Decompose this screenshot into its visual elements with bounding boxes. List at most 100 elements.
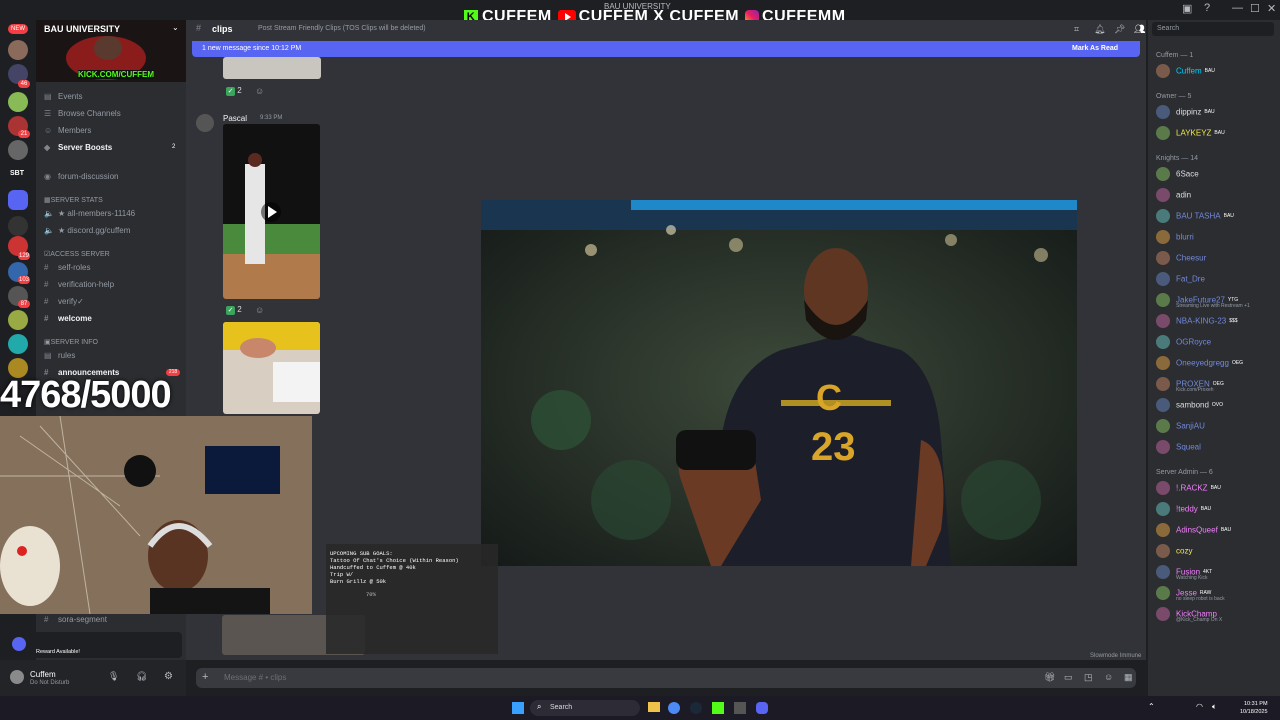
category-server-stats[interactable]: ▦SERVER STATS xyxy=(44,196,103,204)
file-explorer-icon[interactable] xyxy=(648,702,660,712)
message-composer[interactable] xyxy=(196,668,1136,688)
avatar[interactable] xyxy=(10,670,24,684)
reaction-check[interactable]: ✓ 2 xyxy=(226,305,242,315)
member-item[interactable]: Jesse RAW no sleep robot is back xyxy=(1156,586,1225,602)
member-item[interactable]: KickChamp @Kick_Champ On X xyxy=(1156,607,1222,623)
add-reaction-icon[interactable]: ☺ xyxy=(255,305,264,315)
server-icon[interactable] xyxy=(8,216,28,236)
inbox-icon[interactable]: ▣ xyxy=(1182,2,1192,15)
channel-rules[interactable]: ▤ rules xyxy=(44,351,75,360)
sticker-icon[interactable]: ◳ xyxy=(1084,672,1093,683)
nav-server-boosts[interactable]: ◆ Server Boosts xyxy=(44,143,112,152)
member-item[interactable]: AdinsQueef BAU xyxy=(1156,523,1231,537)
member-item[interactable]: Squeal xyxy=(1156,440,1201,454)
mark-as-read-button[interactable]: Mark As Read xyxy=(1072,45,1118,52)
pin-icon[interactable]: 📌︎ xyxy=(1114,24,1125,35)
member-item[interactable]: OGRoyce xyxy=(1156,335,1211,349)
category-access-server[interactable]: ☑Access Server xyxy=(44,250,110,258)
channel-welcome[interactable]: # welcome xyxy=(44,314,92,323)
member-item[interactable]: Cheesur xyxy=(1156,251,1206,265)
member-item[interactable]: cozy xyxy=(1156,544,1192,558)
discord-app-icon[interactable] xyxy=(756,702,768,714)
message-input[interactable]: Message # • clips xyxy=(224,673,286,682)
chevron-down-icon[interactable]: ⌄ xyxy=(172,23,179,32)
tray-chevron-icon[interactable]: ⌃ xyxy=(1148,702,1155,711)
server-icon[interactable] xyxy=(8,140,28,160)
member-item[interactable]: NBA-KING-23 $$$ xyxy=(1156,314,1238,328)
member-item[interactable]: adin xyxy=(1156,188,1191,202)
apps-icon[interactable]: ▦ xyxy=(1124,672,1133,683)
member-item[interactable]: SanjiAU xyxy=(1156,419,1205,433)
reaction-check[interactable]: ✓ 2 xyxy=(226,86,242,96)
image-preview[interactable]: C 23 xyxy=(481,200,1077,566)
channel-topic[interactable]: Post Stream Friendly Clips (TOS Clips wi… xyxy=(258,25,426,32)
maximize-icon[interactable]: ☐ xyxy=(1250,2,1260,15)
member-item[interactable]: BAU TASHA BAU xyxy=(1156,209,1234,223)
server-icon[interactable] xyxy=(8,190,28,210)
avatar[interactable] xyxy=(196,114,214,132)
server-icon[interactable] xyxy=(8,310,28,330)
username[interactable]: Cuffem xyxy=(30,670,56,679)
avatar xyxy=(1156,188,1170,202)
server-name[interactable]: BAU UNIVERSITY xyxy=(44,24,120,34)
image-attachment[interactable] xyxy=(223,57,321,79)
member-item[interactable]: !.RACKZ BAU xyxy=(1156,481,1221,495)
nav-events[interactable]: ▤ Events xyxy=(44,92,82,101)
video-attachment[interactable] xyxy=(223,124,320,299)
steam-icon[interactable] xyxy=(690,702,702,714)
member-item[interactable]: JakeFuture27 YTG Streaming Live with Restr… xyxy=(1156,293,1250,309)
member-list-icon[interactable]: 👥︎ xyxy=(1134,24,1145,35)
video-attachment[interactable] xyxy=(223,322,320,414)
message-author[interactable]: Pascal xyxy=(223,114,247,123)
taskbar-clock[interactable]: 10:31 PM 10/18/2025 xyxy=(1240,700,1268,716)
bell-icon[interactable]: 🔔︎ xyxy=(1094,24,1105,35)
channel-self-roles[interactable]: # self-roles xyxy=(44,263,90,272)
member-item[interactable]: Fat_Dre xyxy=(1156,272,1205,286)
channel-sora-segment[interactable]: # sora-segment xyxy=(44,615,107,624)
member-item[interactable]: Oneeyedgregg OEG xyxy=(1156,356,1243,370)
headphones-icon[interactable]: 🎧︎ xyxy=(136,671,147,682)
gif-icon[interactable]: ▭ xyxy=(1064,672,1073,683)
app-icon[interactable] xyxy=(734,702,746,714)
volume-icon[interactable]: 🔈︎ xyxy=(1212,702,1217,712)
threads-icon[interactable]: ⌗ xyxy=(1074,24,1079,35)
reward-panel[interactable] xyxy=(4,632,182,658)
microphone-icon[interactable]: 🎙︎ xyxy=(108,671,119,682)
gear-icon[interactable]: ⚙ xyxy=(164,671,173,682)
member-item[interactable]: !teddy BAU xyxy=(1156,502,1211,516)
new-message-bar[interactable] xyxy=(192,41,1140,57)
server-icon[interactable] xyxy=(8,92,28,112)
category-server-info[interactable]: ▣Server Info xyxy=(44,338,98,346)
member-item[interactable]: PROXEN OEG Kick.com/Proxeh xyxy=(1156,377,1224,393)
chrome-icon[interactable] xyxy=(668,702,680,714)
member-item[interactable]: sambond OVO xyxy=(1156,398,1223,412)
member-item[interactable]: dippinz BAU xyxy=(1156,105,1215,119)
wifi-icon[interactable]: ◠ xyxy=(1196,702,1203,711)
member-item[interactable]: 6Sace xyxy=(1156,167,1199,181)
help-icon[interactable]: ? xyxy=(1204,2,1210,14)
member-item[interactable]: blurri xyxy=(1156,230,1194,244)
channel-discord-link[interactable]: 🔈 ★ discord.gg/cuffem xyxy=(44,226,130,235)
nav-members[interactable]: ☺ Members xyxy=(44,126,91,135)
nav-browse-channels[interactable]: ☰ Browse Channels xyxy=(44,109,121,118)
search-input[interactable]: Search xyxy=(1152,22,1274,36)
kick-app-icon[interactable] xyxy=(712,702,724,714)
windows-start-icon[interactable] xyxy=(512,702,524,714)
add-reaction-icon[interactable]: ☺ xyxy=(255,86,264,96)
server-icon[interactable] xyxy=(8,40,28,60)
close-icon[interactable]: ✕ xyxy=(1267,2,1276,15)
minimize-icon[interactable]: — xyxy=(1232,2,1243,14)
member-item[interactable]: LAYKEYZ BAU xyxy=(1156,126,1225,140)
emoji-icon[interactable]: ☺ xyxy=(1104,672,1113,682)
avatar xyxy=(1156,544,1170,558)
taskbar-search[interactable]: Search xyxy=(530,700,640,716)
member-item[interactable]: Cuffem BAU xyxy=(1156,64,1215,78)
member-item[interactable]: Fusion 4KT Watching Kick xyxy=(1156,565,1212,581)
channel-verification-help[interactable]: # verification-help xyxy=(44,280,114,289)
channel-all-members[interactable]: 🔈 ★ all-members-11146 xyxy=(44,209,135,218)
add-attachment-icon[interactable]: + xyxy=(202,671,208,683)
server-icon[interactable] xyxy=(8,334,28,354)
channel-forum-discussion[interactable]: ◉ forum-discussion xyxy=(44,172,118,181)
channel-verify[interactable]: # verify✓ xyxy=(44,297,84,306)
gift-icon[interactable]: 🎁︎ xyxy=(1044,672,1055,683)
